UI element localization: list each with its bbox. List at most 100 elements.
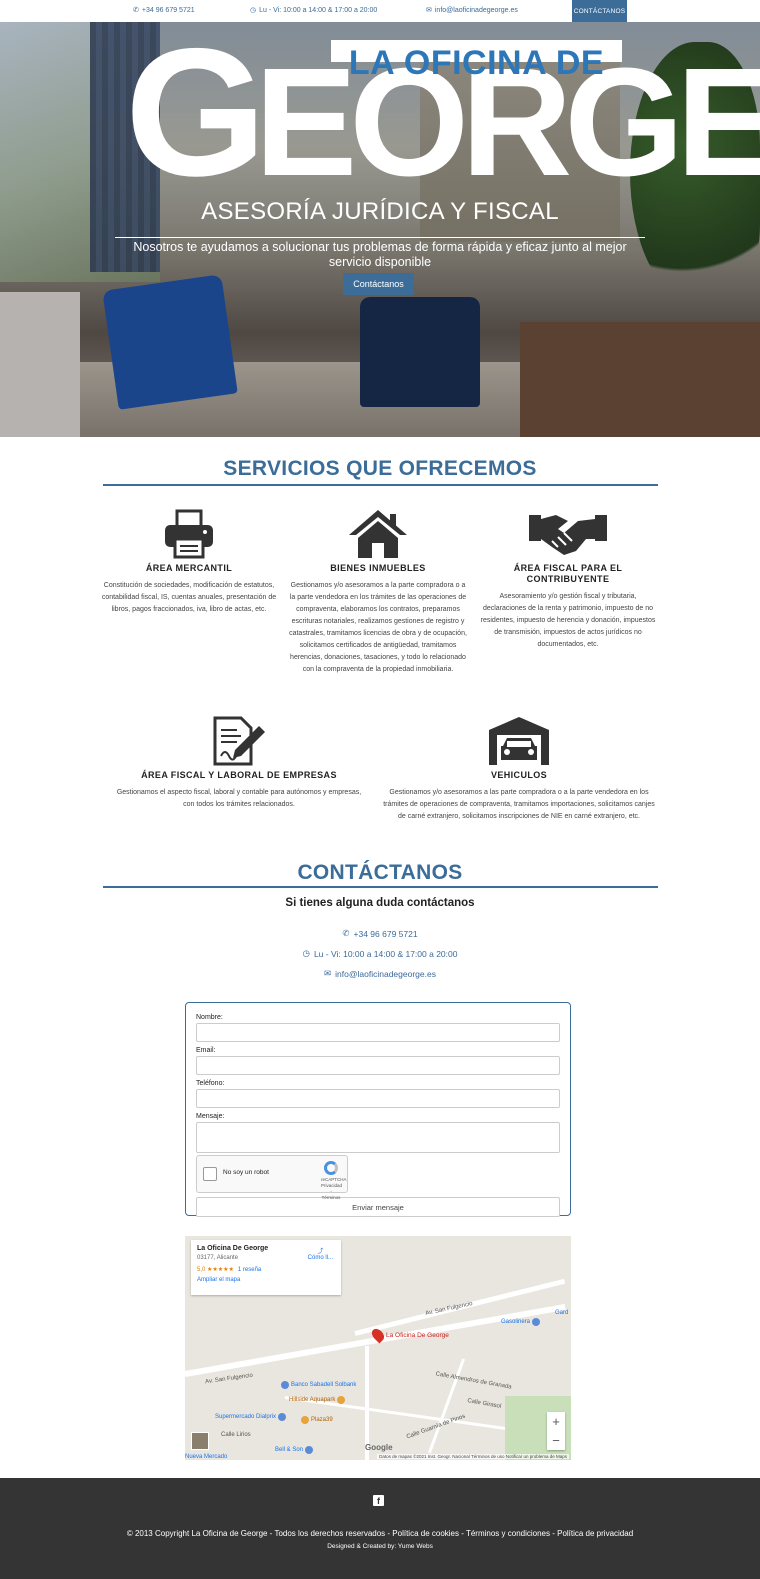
shop-icon xyxy=(305,1446,314,1454)
phone-label: Teléfono: xyxy=(196,1080,225,1087)
aquapark-icon xyxy=(337,1396,346,1404)
topbar-contact-button[interactable]: CONTÁCTANOS xyxy=(572,0,627,22)
zoom-in-button[interactable]: + xyxy=(547,1412,565,1431)
contact-hours: ◷ Lu - Vi: 10:00 a 14:00 & 17:00 a 20:00 xyxy=(0,948,760,959)
message-field[interactable] xyxy=(196,1122,560,1153)
phone-icon: ✆ xyxy=(133,7,139,14)
map-street-label: Calle Almendros de Granada xyxy=(435,1371,512,1391)
garage-car-icon xyxy=(489,717,549,765)
recaptcha-widget: No soy un robot reCAPTCHA Privacidad - T… xyxy=(196,1155,348,1200)
map-marker-label: La Oficina De George xyxy=(386,1332,449,1339)
services-title: SERVICIOS QUE OFRECEMOS xyxy=(223,457,537,480)
service-text: Asesoramiento y/o gestión fiscal y tribu… xyxy=(480,593,656,648)
contact-title: CONTÁCTANOS xyxy=(297,861,463,884)
email-field[interactable] xyxy=(196,1056,560,1075)
contact-phone[interactable]: ✆ +34 96 679 5721 xyxy=(0,928,760,939)
name-label: Nombre: xyxy=(196,1014,223,1021)
clock-icon: ◷ xyxy=(250,7,257,14)
recaptcha-logo: reCAPTCHA Privacidad - Términos xyxy=(321,1161,347,1201)
service-text: Constitución de sociedades, modificación… xyxy=(101,582,277,613)
contact-rule xyxy=(102,886,658,888)
service-title: BIENES INMUEBLES xyxy=(330,563,426,573)
service-vehiculos: VEHICULOS Gestionamos y/o asesoramos a l… xyxy=(381,716,657,823)
service-title: ÁREA FISCAL PARA EL CONTRIBUYENTE xyxy=(513,563,623,584)
hero-banner: GEORGE LA OFICINA DE ASESORÍA JURÍDICA Y… xyxy=(0,22,760,437)
service-title: ÁREA FISCAL Y LABORAL DE EMPRESAS xyxy=(141,770,337,780)
map-poi-gard[interactable]: Gard xyxy=(555,1310,568,1316)
map-expand-link[interactable]: Ampliar el mapa xyxy=(197,1277,335,1283)
printer-icon xyxy=(165,509,213,559)
map-satellite-toggle[interactable] xyxy=(191,1432,209,1450)
name-field[interactable] xyxy=(196,1023,560,1042)
logo-line1: LA OFICINA DE xyxy=(348,44,605,82)
footer-credit: Designed & Created by: Yume Webs xyxy=(327,1543,433,1550)
directions-icon: ⤴ xyxy=(317,1249,324,1255)
recaptcha-links[interactable]: Privacidad - Términos xyxy=(321,1183,342,1201)
map-poi-super[interactable]: Supermercado Dialprix xyxy=(215,1413,287,1421)
hero-contact-button[interactable]: Contáctanos xyxy=(343,273,414,295)
map-poi-bank[interactable]: Banco Sabadell Solbank xyxy=(281,1381,356,1389)
map-poi-label: Banco Sabadell Solbank xyxy=(291,1382,357,1388)
phone-icon: ✆ xyxy=(342,928,350,938)
service-inmuebles: BIENES INMUEBLES Gestionamos y/o asesora… xyxy=(289,509,467,676)
service-contribuyente: ÁREA FISCAL PARA EL CONTRIBUYENTE Asesor… xyxy=(478,509,658,651)
service-title: VEHICULOS xyxy=(490,770,548,780)
map-poi-pizza[interactable]: Plaza39 xyxy=(301,1416,333,1424)
mail-icon: ✉ xyxy=(324,968,332,978)
hero-subtitle: ASESORÍA JURÍDICA Y FISCAL xyxy=(201,198,559,225)
recaptcha-icon xyxy=(324,1161,338,1175)
topbar-phone[interactable]: ✆ +34 96 679 5721 xyxy=(133,6,195,15)
contact-lead: Si tienes alguna duda contáctanos xyxy=(285,897,475,909)
document-sign-icon xyxy=(213,716,265,766)
map-rating-value: 5,0 ★★★★★ xyxy=(197,1267,234,1273)
service-text: Gestionamos y/o asesoramos a la parte co… xyxy=(289,582,467,673)
contact-phone-text: +34 96 679 5721 xyxy=(353,928,418,939)
google-logo: Google xyxy=(365,1443,393,1452)
phone-field[interactable] xyxy=(196,1089,560,1108)
service-mercantil: ÁREA MERCANTIL Constitución de sociedade… xyxy=(100,509,278,616)
clock-icon: ◷ xyxy=(302,948,310,958)
map-poi-label: Nueva Mercado xyxy=(185,1454,228,1460)
map-poi-label: Gard xyxy=(555,1310,569,1316)
map-poi-bell[interactable]: Bell & Son xyxy=(275,1446,314,1454)
map-attribution: Datos de mapas ©2021 Inst. Geogr. Nacion… xyxy=(377,1454,569,1459)
topbar-email-text: info@laoficinadegeorge.es xyxy=(434,6,518,14)
footer-copyright: © 2013 Copyright La Oficina de George - … xyxy=(126,1529,634,1538)
topbar-hours: ◷ Lu - Vi: 10:00 a 14:00 & 17:00 a 20:00 xyxy=(250,6,377,15)
house-icon xyxy=(349,510,407,558)
submit-button[interactable]: Enviar mensaje xyxy=(196,1197,560,1217)
contact-email[interactable]: ✉ info@laoficinadegeorge.es xyxy=(0,968,760,979)
contact-email-text: info@laoficinadegeorge.es xyxy=(335,968,436,979)
map-directions-label: Cómo ll... xyxy=(307,1255,333,1261)
recaptcha-checkbox[interactable] xyxy=(203,1167,217,1181)
map-poi-label: Supermercado Dialprix xyxy=(215,1414,277,1420)
map-street-label: Av. San Fulgencio xyxy=(424,1301,474,1317)
map-poi-label: Hillside Aquapark xyxy=(289,1397,336,1403)
map-street-label: Av. San Fulgencio xyxy=(204,1372,254,1386)
topbar-email[interactable]: ✉ info@laoficinadegeorge.es xyxy=(426,6,518,15)
map-road xyxy=(185,1304,566,1377)
logo-george-initial: G xyxy=(125,22,267,214)
map-poi-label: Gasolinera xyxy=(501,1319,531,1325)
zoom-out-button[interactable]: − xyxy=(547,1431,565,1450)
recaptcha-label: No soy un robot xyxy=(223,1169,269,1176)
hero-tagline: Nosotros te ayudamos a solucionar tus pr… xyxy=(133,240,627,269)
map-poi-gas[interactable]: Gasolinera xyxy=(501,1318,541,1326)
topbar-phone-text: +34 96 679 5721 xyxy=(141,6,195,14)
map-reviews-link[interactable]: 1 reseña xyxy=(238,1267,261,1273)
contact-section: CONTÁCTANOS Si tienes alguna duda contác… xyxy=(0,837,760,997)
embedded-map[interactable]: La Oficina De George 03177, Alicante 5,0… xyxy=(185,1236,571,1460)
map-street-label: Calle Lirios xyxy=(221,1432,251,1438)
service-empresas: ÁREA FISCAL Y LABORAL DE EMPRESAS Gestio… xyxy=(114,716,364,811)
map-place-rating: 5,0 ★★★★★ 1 reseña xyxy=(197,1266,335,1273)
map-directions[interactable]: ⤴ Cómo ll... xyxy=(308,1246,333,1261)
facebook-icon[interactable]: f xyxy=(373,1495,384,1506)
service-title: ÁREA MERCANTIL xyxy=(145,563,233,573)
contact-hours-text: Lu - Vi: 10:00 a 14:00 & 17:00 a 20:00 xyxy=(313,948,458,959)
message-label: Mensaje: xyxy=(196,1113,225,1120)
map-poi-mercado[interactable]: Nueva Mercado xyxy=(185,1454,227,1460)
map-poi-aquapark[interactable]: Hillside Aquapark xyxy=(289,1396,346,1404)
footer: f © 2013 Copyright La Oficina de George … xyxy=(0,1478,760,1579)
top-bar: ✆ +34 96 679 5721 ◷ Lu - Vi: 10:00 a 14:… xyxy=(0,0,760,22)
food-icon xyxy=(301,1416,309,1424)
